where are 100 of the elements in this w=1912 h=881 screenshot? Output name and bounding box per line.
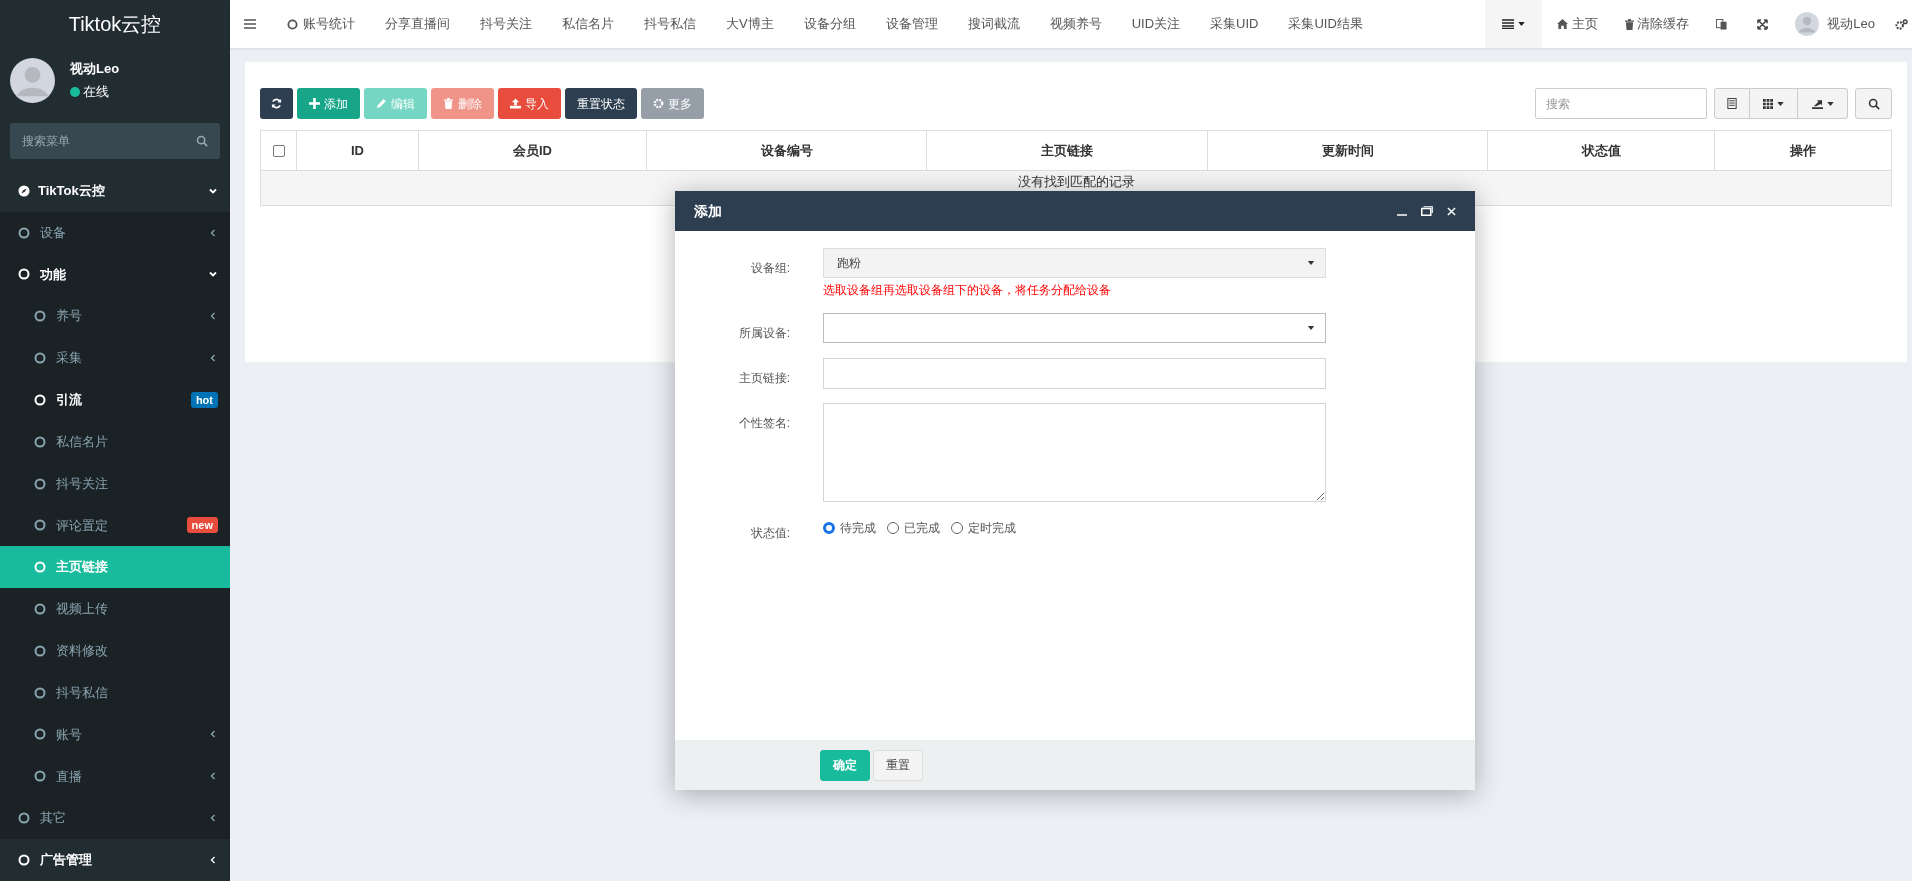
chevron-left-icon — [208, 771, 218, 782]
fullscreen-icon — [1757, 18, 1769, 30]
nav-tab[interactable]: UID关注 — [1116, 0, 1196, 48]
menu-item[interactable]: 引流 hot — [0, 378, 230, 421]
maximize-icon[interactable] — [1421, 206, 1433, 216]
menu-icon[interactable] — [244, 19, 256, 29]
caret-icon — [1777, 101, 1784, 106]
menu-item[interactable]: 直播 — [0, 755, 230, 798]
menu-item[interactable]: 抖号关注 — [0, 462, 230, 505]
radio-button[interactable] — [951, 522, 963, 534]
menu-item[interactable]: 账号 — [0, 713, 230, 756]
circle-icon — [34, 603, 46, 615]
nav-tab[interactable]: 抖号私信 — [629, 0, 711, 48]
menu-item[interactable]: 资料修改 — [0, 629, 230, 672]
badge: hot — [190, 391, 218, 408]
grid-icon — [1763, 98, 1773, 109]
menu-item[interactable]: 广告管理 — [0, 839, 230, 881]
menu-item[interactable]: 功能 — [0, 253, 230, 296]
column-header[interactable]: 设备编号 — [760, 140, 813, 161]
text-field[interactable] — [823, 358, 1326, 389]
export-button[interactable] — [1798, 88, 1848, 119]
plus-icon — [309, 98, 320, 109]
nav-tab[interactable]: 采集UID — [1195, 0, 1274, 48]
translate-icon — [1716, 18, 1728, 30]
card-view-button[interactable] — [1714, 88, 1750, 119]
trash-icon — [1625, 18, 1635, 30]
circle-icon — [34, 352, 46, 365]
checkbox[interactable] — [272, 144, 285, 157]
nav-tab[interactable]: 分享直播间 — [370, 0, 465, 48]
circle-icon — [34, 644, 46, 657]
circle-icon — [34, 728, 46, 741]
circle-icon — [18, 812, 30, 825]
menu-item[interactable]: 养号 — [0, 295, 230, 338]
chevron-left-icon — [208, 854, 218, 865]
caret-icon — [1826, 101, 1834, 106]
circle-icon — [34, 519, 46, 532]
menu-item[interactable]: TikTok云控 — [0, 169, 230, 212]
select-field[interactable] — [823, 313, 1326, 343]
close-icon[interactable] — [1447, 206, 1456, 216]
dialog-title: 添加 — [694, 201, 723, 221]
user-menu[interactable]: 视动Leo — [1783, 0, 1887, 48]
menu-item[interactable]: 视频上传 — [0, 588, 230, 630]
circle-icon — [34, 310, 46, 323]
column-header[interactable]: ID — [351, 140, 364, 161]
columns-button[interactable] — [1750, 88, 1798, 119]
list-icon — [1502, 19, 1515, 29]
menu-item[interactable]: 私信名片 — [0, 420, 230, 463]
chevron-left-icon — [208, 729, 218, 740]
circle-icon — [34, 770, 46, 783]
status-text: 在线 — [83, 83, 109, 102]
nav-tab[interactable]: 设备管理 — [870, 0, 953, 48]
column-header[interactable]: 更新时间 — [1321, 140, 1374, 161]
home-link[interactable]: 主页 — [1542, 0, 1614, 48]
menu-item[interactable]: 抖号私信 — [0, 671, 230, 714]
radio-button[interactable] — [823, 522, 835, 534]
circle-icon — [34, 435, 46, 448]
nav-tab[interactable]: 抖号关注 — [465, 0, 547, 48]
menu-item[interactable]: 采集 — [0, 337, 230, 379]
trash-icon — [443, 98, 454, 109]
menu-search-field[interactable]: 搜索菜单 — [10, 122, 220, 159]
gear-icon — [653, 98, 664, 109]
nav-tab[interactable]: 私信名片 — [547, 0, 629, 48]
radio-button[interactable] — [887, 522, 899, 534]
radio-option[interactable]: 定时完成 — [951, 519, 1016, 537]
nav-tab[interactable]: 视频养号 — [1034, 0, 1117, 48]
upload-icon — [510, 98, 521, 109]
reset-button[interactable]: 重置 — [873, 749, 923, 781]
chevron-left-icon — [208, 227, 218, 238]
nav-tab[interactable]: 账号统计 — [272, 0, 370, 48]
column-header[interactable]: 主页链接 — [1041, 140, 1093, 161]
nav-tab[interactable]: 搜词截流 — [952, 0, 1035, 48]
menu-item[interactable]: 其它 — [0, 797, 230, 840]
radio-option[interactable]: 待完成 — [823, 519, 876, 537]
column-header[interactable]: 操作 — [1790, 140, 1816, 161]
search-button[interactable] — [1855, 88, 1892, 119]
search-icon[interactable] — [196, 134, 208, 147]
user-name: 视动Leo — [70, 59, 120, 78]
menu-item[interactable]: 设备 — [0, 211, 230, 254]
textarea-field[interactable] — [823, 403, 1326, 502]
column-header[interactable]: 会员ID — [513, 140, 552, 161]
list-menu-button[interactable] — [1485, 0, 1543, 48]
reset-button[interactable]: 重置状态 — [565, 88, 637, 119]
refresh-button[interactable] — [260, 88, 293, 119]
search-field[interactable]: 搜索 — [1535, 88, 1707, 119]
circle-icon — [34, 393, 46, 406]
nav-tab[interactable]: 设备分组 — [788, 0, 871, 48]
field-label: 状态值: — [750, 526, 790, 540]
nav-tab[interactable]: 采集UID结果 — [1273, 0, 1378, 48]
home-icon — [1557, 19, 1569, 29]
search-icon — [1867, 97, 1880, 110]
caret-icon — [1307, 261, 1315, 265]
nav-tab[interactable]: 大V博主 — [711, 0, 789, 48]
column-header[interactable]: 状态值 — [1581, 140, 1621, 161]
menu-item[interactable]: 评论置定 new — [0, 504, 230, 547]
list-icon — [1727, 98, 1737, 109]
settings-icon — [1895, 18, 1908, 30]
clear-cache-link[interactable]: 清除缓存 — [1613, 0, 1702, 48]
radio-option[interactable]: 已完成 — [887, 519, 940, 537]
import-button[interactable]: 导入 — [498, 88, 561, 119]
app-title: Tiktok云控 — [68, 11, 162, 37]
